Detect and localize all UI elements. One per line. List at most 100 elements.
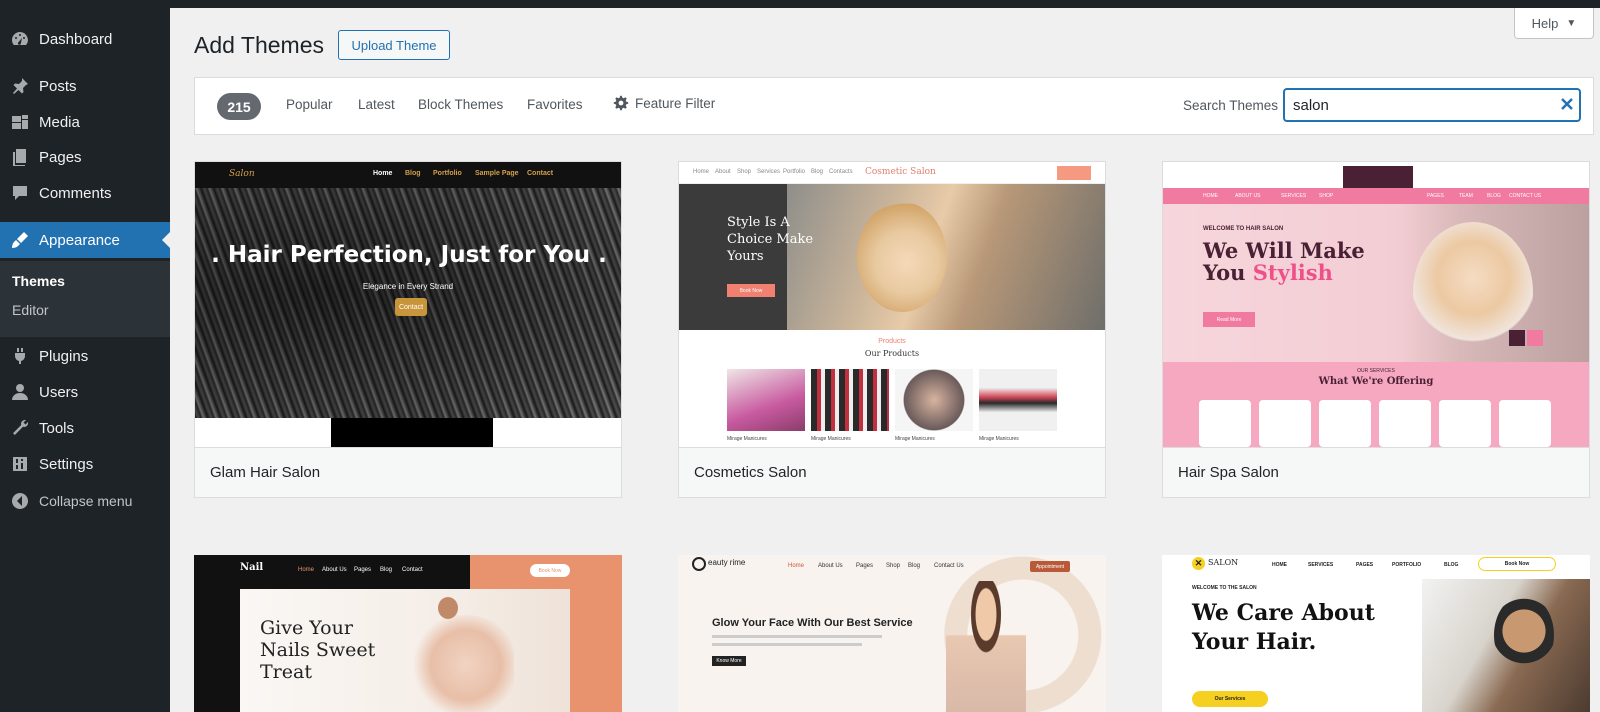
- theme-section-kicker: Products: [878, 338, 906, 345]
- tools-icon: [10, 418, 30, 438]
- theme-nav-item: Services: [757, 169, 781, 175]
- sidebar-item-label: Posts: [39, 77, 77, 95]
- sidebar-item-media[interactable]: Media: [0, 104, 170, 140]
- sidebar-item-dashboard[interactable]: Dashboard: [0, 21, 170, 57]
- theme-cta-secondary: Our Services: [1192, 691, 1268, 707]
- search-themes-input[interactable]: [1283, 88, 1581, 122]
- sidebar-item-posts[interactable]: Posts: [0, 68, 170, 104]
- sidebar-item-appearance[interactable]: Appearance: [0, 222, 170, 258]
- theme-product-label: Mirage Manicures: [727, 436, 767, 442]
- feature-filter-label: Feature Filter: [635, 95, 716, 111]
- theme-logo: SALON: [1208, 558, 1239, 567]
- theme-nav-item: PAGES: [1356, 562, 1374, 568]
- sidebar-item-label: Users: [39, 383, 79, 401]
- sidebar-item-tools[interactable]: Tools: [0, 410, 170, 446]
- theme-screenshot: Home About Shop Services Portfolio Blog …: [679, 162, 1105, 447]
- theme-filter-bar: 215 Popular Latest Block Themes Favorite…: [194, 77, 1594, 135]
- theme-card-beauty-prime[interactable]: eauty rime Home About Us Pages Shop Blog…: [678, 555, 1106, 712]
- theme-product-label: Mirage Manicures: [979, 436, 1019, 442]
- sidebar-item-pages[interactable]: Pages: [0, 139, 170, 175]
- sidebar-item-settings[interactable]: Settings: [0, 446, 170, 482]
- theme-product-label: Mirage Manicures: [811, 436, 851, 442]
- theme-nav-item: ABOUT US: [1235, 193, 1261, 199]
- theme-section-kicker: OUR SERVICES: [1357, 368, 1395, 374]
- filter-popular[interactable]: Popular: [286, 97, 333, 112]
- theme-cta: Read More: [1203, 312, 1255, 327]
- theme-nav-item: About: [715, 169, 731, 175]
- theme-nav-item: Home: [373, 170, 393, 177]
- theme-nav-item: Home: [788, 563, 805, 569]
- theme-nav-item: About Us: [818, 563, 843, 569]
- theme-headline: Give Your Nails Sweet Treat: [260, 617, 376, 683]
- upload-theme-button[interactable]: Upload Theme: [338, 30, 450, 60]
- filter-latest[interactable]: Latest: [358, 97, 395, 112]
- users-icon: [10, 382, 30, 402]
- theme-logo: Cosmetic Salon: [865, 167, 936, 177]
- feature-filter-button[interactable]: Feature Filter: [613, 95, 715, 111]
- theme-card-nail-salon[interactable]: Nail Home About Us Pages Blog Contact Bo…: [194, 555, 622, 712]
- theme-nav-item: About Us: [322, 567, 347, 573]
- theme-nav-item: PAGES: [1427, 193, 1444, 199]
- theme-nav-item: Portfolio: [783, 169, 806, 175]
- appearance-icon: [10, 230, 30, 250]
- sidebar-item-comments[interactable]: Comments: [0, 175, 170, 211]
- sidebar-item-label: Tools: [39, 419, 75, 437]
- sidebar-item-label: Dashboard: [39, 30, 113, 48]
- theme-card-footer: Glam Hair Salon: [195, 447, 621, 497]
- settings-icon: [10, 454, 30, 474]
- theme-card-glam-hair-salon[interactable]: Salon Home Blog Portfolio Sample Page Co…: [194, 161, 622, 498]
- admin-top-bar: [170, 0, 1600, 8]
- theme-screenshot: HOME ABOUT US SERVICES SHOP PAGES TEAM B…: [1163, 162, 1589, 447]
- theme-nav-item: Portfolio: [433, 170, 462, 177]
- sidebar-item-label: Settings: [39, 455, 94, 473]
- theme-nav-item: Sample Page: [475, 170, 519, 177]
- theme-cta: Book Now: [727, 284, 775, 297]
- submenu-item-editor[interactable]: Editor: [12, 302, 49, 318]
- theme-screenshot: Salon Home Blog Portfolio Sample Page Co…: [195, 162, 621, 447]
- theme-card-hair-spa-salon[interactable]: HOME ABOUT US SERVICES SHOP PAGES TEAM B…: [1162, 161, 1590, 498]
- collapse-label: Collapse menu: [39, 493, 133, 509]
- theme-product-label: Mirage Manicures: [895, 436, 935, 442]
- theme-nav-item: SERVICES: [1281, 193, 1307, 199]
- collapse-menu-button[interactable]: Collapse menu: [0, 483, 170, 519]
- help-button[interactable]: Help ▼: [1514, 8, 1594, 39]
- theme-section-title: What We're Offering: [1318, 376, 1434, 387]
- sidebar-item-plugins[interactable]: Plugins: [0, 338, 170, 374]
- sidebar-item-label: Plugins: [39, 347, 89, 365]
- theme-subline: Elegance in Every Strand: [362, 282, 454, 291]
- theme-kicker: WELCOME TO HAIR SALON: [1203, 226, 1284, 232]
- theme-headline: We Care About Your Hair.: [1192, 600, 1375, 655]
- theme-nav-item: Blog: [908, 563, 921, 569]
- theme-card-salon-barber[interactable]: ✕ SALON HOME SERVICES PAGES PORTFOLIO BL…: [1162, 555, 1590, 712]
- sidebar-item-label: Appearance: [39, 231, 120, 249]
- theme-name: Glam Hair Salon: [210, 464, 321, 481]
- theme-nav-item: SHOP: [1319, 193, 1334, 199]
- theme-kicker: WELCOME TO THE SALON: [1192, 585, 1257, 591]
- submenu-item-themes[interactable]: Themes: [12, 273, 65, 289]
- theme-cta: Book Now: [1478, 557, 1556, 571]
- theme-nav-item: HOME: [1272, 562, 1287, 568]
- theme-logo: eauty rime: [708, 558, 746, 567]
- theme-name: Cosmetics Salon: [694, 464, 807, 481]
- plugins-icon: [10, 346, 30, 366]
- page-title: Add Themes: [194, 32, 324, 58]
- theme-nav-item: SERVICES: [1308, 562, 1334, 568]
- admin-sidebar: Dashboard Posts Media Pages Comments App…: [0, 0, 170, 712]
- pin-icon: [10, 76, 30, 96]
- appearance-submenu: Themes Editor: [0, 261, 170, 337]
- theme-card-cosmetics-salon[interactable]: Home About Shop Services Portfolio Blog …: [678, 161, 1106, 498]
- theme-nav-item: BLOG: [1487, 193, 1501, 199]
- sidebar-item-users[interactable]: Users: [0, 374, 170, 410]
- help-label: Help: [1531, 15, 1559, 31]
- comments-icon: [10, 183, 30, 203]
- gear-icon: [613, 95, 629, 111]
- theme-nav-item: HOME: [1203, 193, 1218, 199]
- theme-nav-item: Contact: [402, 567, 423, 573]
- filter-block-themes[interactable]: Block Themes: [418, 97, 503, 112]
- filter-favorites[interactable]: Favorites: [527, 97, 583, 112]
- logo-mark-icon: ✕: [1192, 557, 1205, 570]
- collapse-icon: [10, 491, 30, 511]
- theme-nav-item: Pages: [856, 563, 874, 569]
- clear-search-icon[interactable]: [1559, 96, 1575, 112]
- theme-nav-item: BLOG: [1444, 562, 1459, 568]
